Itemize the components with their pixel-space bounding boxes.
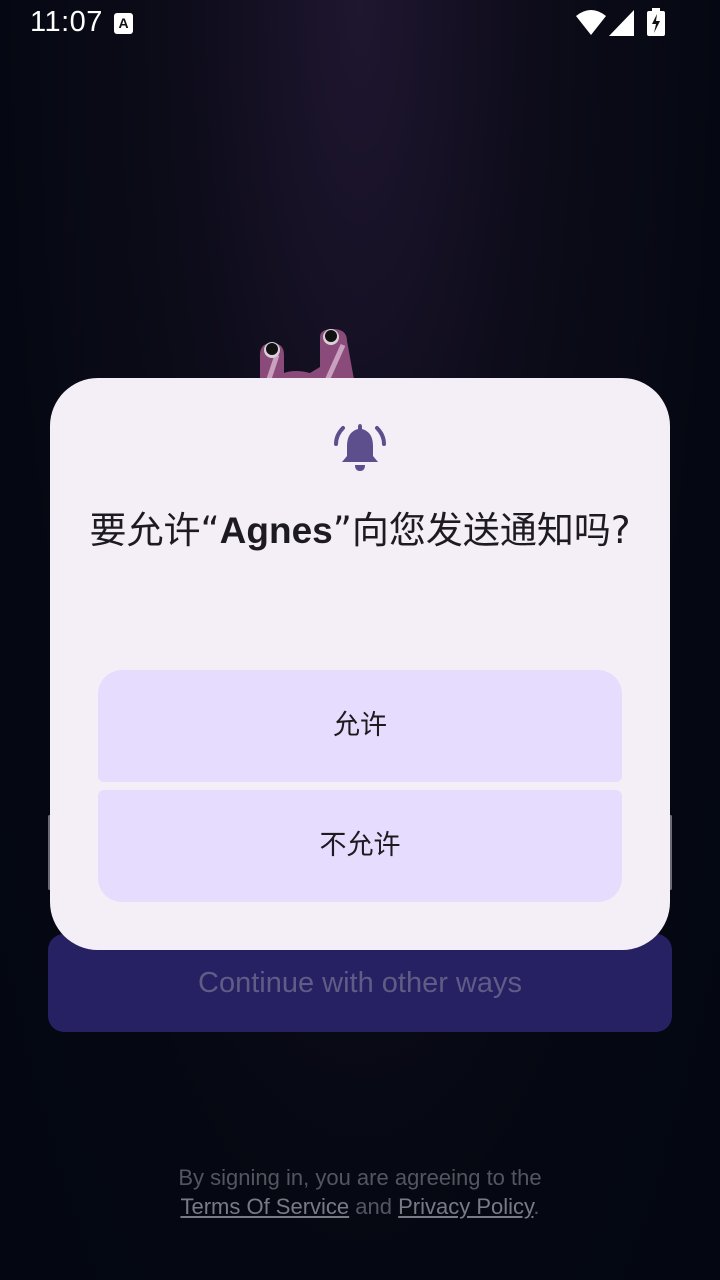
cell-signal-icon <box>609 10 634 36</box>
continue-button-label: Continue with other ways <box>198 967 522 999</box>
privacy-policy-link[interactable]: Privacy Policy <box>398 1194 533 1219</box>
battery-charging-icon <box>647 8 665 36</box>
deny-button[interactable]: 不允许 <box>98 790 622 902</box>
legal-line-1: By signing in, you are agreeing to the <box>178 1165 542 1190</box>
legal-notice: By signing in, you are agreeing to the T… <box>0 1163 720 1221</box>
title-suffix: ”向您发送通知吗? <box>332 509 631 552</box>
dialog-title: 要允许“Agnes”向您发送通知吗? <box>80 504 640 558</box>
allow-button-label: 允许 <box>333 710 387 741</box>
status-time: 11:07 <box>30 6 103 38</box>
title-prefix: 要允许“ <box>89 509 220 552</box>
notification-permission-dialog: 要允许“Agnes”向您发送通知吗? 允许 不允许 <box>50 378 670 950</box>
legal-line-2: Terms Of Service and Privacy Policy. <box>0 1192 720 1221</box>
legal-period: . <box>533 1194 540 1219</box>
mascot-illustration <box>260 329 355 385</box>
notification-bell-icon <box>334 424 386 471</box>
a-letter-icon: A <box>114 13 133 34</box>
allow-button[interactable]: 允许 <box>98 670 622 782</box>
wifi-icon <box>576 10 606 35</box>
terms-of-service-link[interactable]: Terms Of Service <box>180 1194 349 1219</box>
deny-button-label: 不允许 <box>319 830 401 861</box>
app-name: Agnes <box>219 510 333 551</box>
legal-and-text: and <box>355 1194 392 1219</box>
status-bar: 11:07 A <box>0 0 720 48</box>
